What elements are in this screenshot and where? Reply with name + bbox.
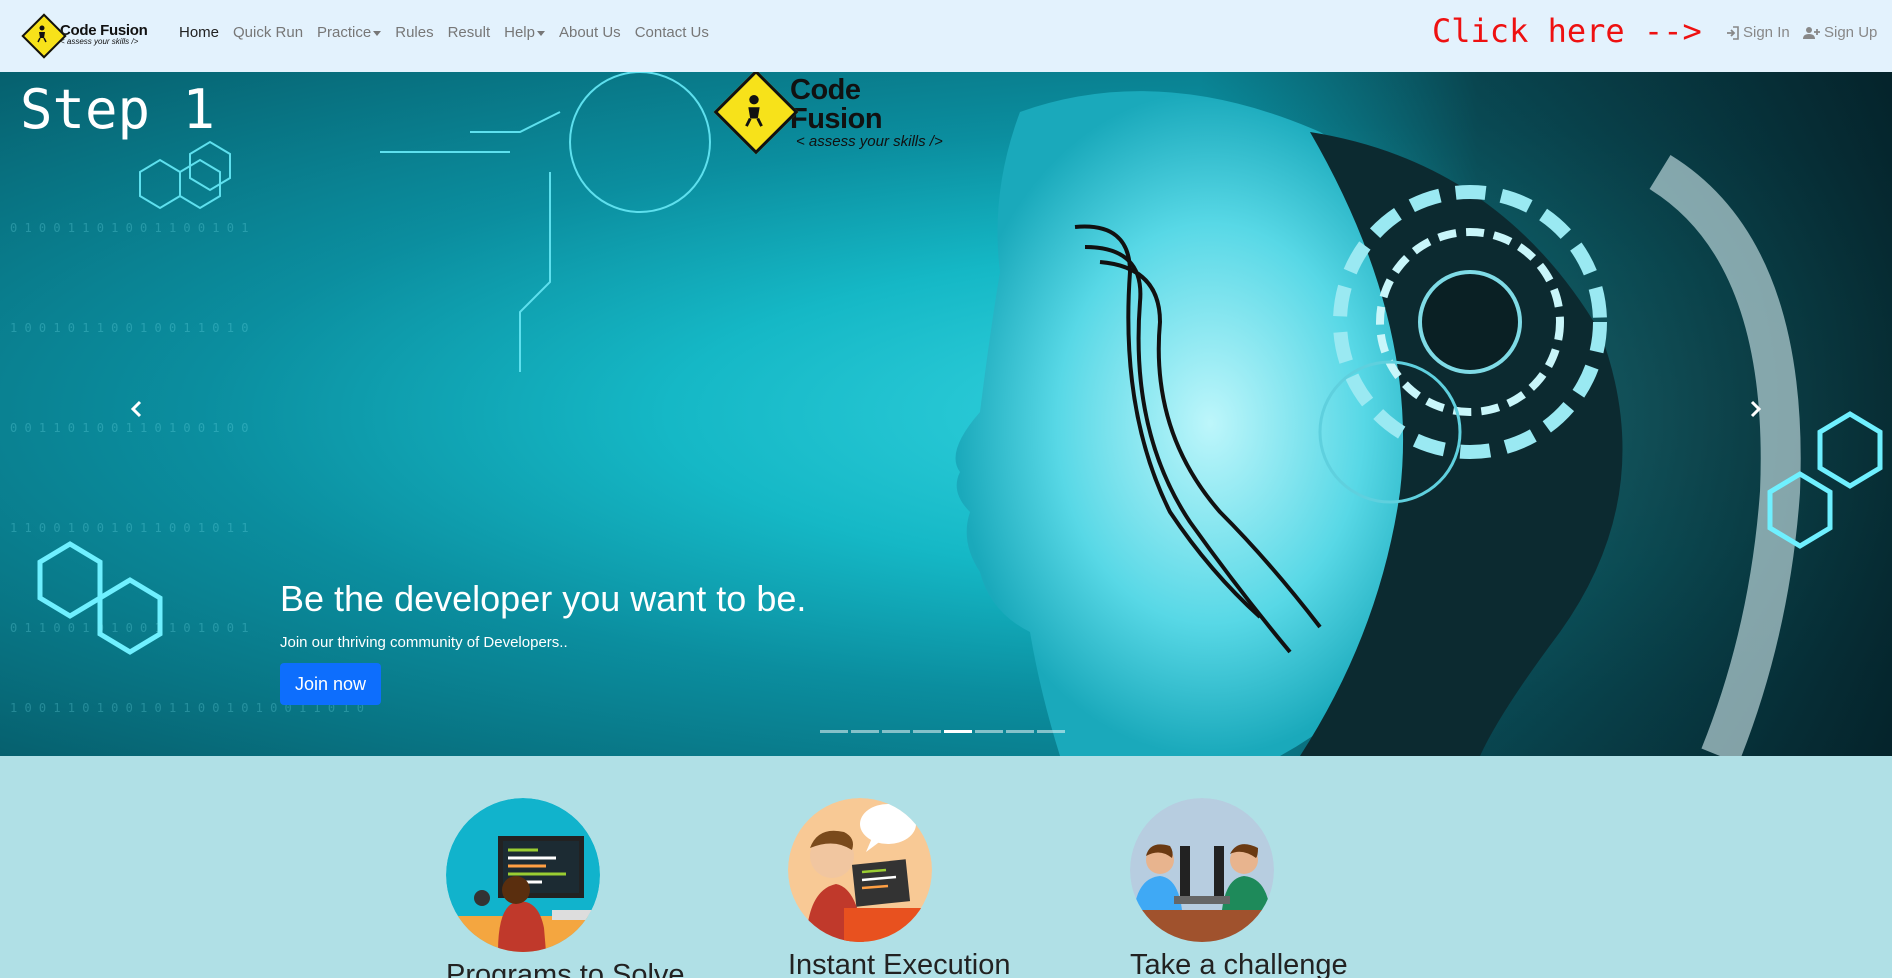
- nav-practice-label: Practice: [317, 24, 372, 41]
- svg-text:1 0 0 1 0 1 1 0 0 1 0 0 1 1 0: 1 0 0 1 0 1 1 0 0 1 0 0 1 1 0 1 0: [10, 321, 248, 335]
- nav-quick-run[interactable]: Quick Run: [226, 22, 310, 43]
- sign-in-link[interactable]: Sign In: [1726, 24, 1790, 41]
- hero-logo-tagline: < assess your skills />: [796, 132, 943, 150]
- feature-title: Programs to Solve: [446, 959, 685, 978]
- carousel-indicators: [820, 730, 1068, 733]
- caret-down-icon: [373, 30, 382, 36]
- developer-laptop-image: [788, 798, 932, 942]
- feature-title: Take a challenge: [1130, 949, 1348, 978]
- step-label: Step 1: [20, 78, 216, 141]
- carousel-indicator[interactable]: [944, 730, 972, 733]
- carousel-prev-button[interactable]: [122, 394, 152, 424]
- nav-about-us[interactable]: About Us: [552, 22, 628, 43]
- brand-logo[interactable]: Code Fusion < assess your skills />: [22, 12, 158, 56]
- nav-home[interactable]: Home: [172, 22, 226, 43]
- nav-links: Home Quick Run Practice Rules Result Hel…: [172, 22, 716, 43]
- nav-help-dropdown[interactable]: Help: [497, 22, 552, 43]
- feature-instant-execution: Instant Execution: [788, 798, 1010, 978]
- carousel-caption: Be the developer you want to be. Join ou…: [280, 578, 806, 651]
- navbar: Code Fusion < assess your skills /> Home…: [0, 0, 1892, 72]
- sign-in-label: Sign In: [1743, 24, 1790, 41]
- svg-text:0 1 0 0 1 1 0 1 0 0 1 1 0 0 1: 0 1 0 0 1 1 0 1 0 0 1 1 0 0 1 0 1: [10, 221, 248, 235]
- hero-headline: Be the developer you want to be.: [280, 578, 807, 619]
- sign-in-icon: [1727, 25, 1739, 40]
- nav-help-label: Help: [504, 24, 535, 41]
- caret-down-icon: [536, 30, 545, 36]
- features-section: Programs to Solve Instant Execution Take…: [0, 756, 1892, 978]
- feature-programs-to-solve: Programs to Solve: [446, 798, 685, 978]
- carousel-indicator[interactable]: [882, 730, 910, 733]
- hero-carousel: 0 1 0 0 1 1 0 1 0 0 1 1 0 0 1 0 1 1 0 0 …: [0, 72, 1892, 756]
- svg-text:0 1 1 0 0 1 0 1 0 0 1 1 0 1 0: 0 1 1 0 0 1 0 1 0 0 1 1 0 1 0 0 1: [10, 621, 248, 635]
- brand-tagline: < assess your skills />: [60, 36, 139, 46]
- carousel-next-button[interactable]: [1740, 394, 1770, 424]
- chevron-left-icon: [130, 400, 142, 418]
- sign-up-link[interactable]: Sign Up: [1803, 24, 1877, 41]
- nav-practice-dropdown[interactable]: Practice: [310, 22, 388, 43]
- nav-rules[interactable]: Rules: [388, 22, 440, 43]
- chevron-right-icon: [1750, 400, 1762, 418]
- nav-contact-us[interactable]: Contact Us: [628, 22, 716, 43]
- brand-name: Code Fusion: [60, 21, 148, 39]
- click-here-hint: Click here -->: [1432, 12, 1702, 50]
- programmer-desk-image: [446, 798, 600, 952]
- feature-take-a-challenge: Take a challenge: [1130, 798, 1348, 978]
- hero-logo: Code Fusion < assess your skills />: [712, 72, 952, 152]
- hero-subtext: Join our thriving community of Developer…: [280, 634, 568, 651]
- carousel-indicator[interactable]: [975, 730, 1003, 733]
- nav-result[interactable]: Result: [441, 22, 498, 43]
- robot-background-image: 0 1 0 0 1 1 0 1 0 0 1 1 0 0 1 0 1 1 0 0 …: [10, 72, 1892, 756]
- sign-up-label: Sign Up: [1824, 24, 1878, 41]
- carousel-indicator[interactable]: [1006, 730, 1034, 733]
- carousel-indicator[interactable]: [851, 730, 879, 733]
- join-now-button[interactable]: Join now: [280, 663, 381, 705]
- logo-icon: [712, 72, 792, 152]
- developers-challenge-image: [1130, 798, 1274, 942]
- carousel-indicator[interactable]: [913, 730, 941, 733]
- user-plus-icon: [1803, 26, 1820, 39]
- hero-logo-name: Code Fusion: [790, 73, 883, 135]
- svg-text:1 1 0 0 1 0 0 1 0 1 1 0 0 1 0: 1 1 0 0 1 0 0 1 0 1 1 0 0 1 0 1 1: [10, 521, 248, 535]
- logo-icon: [22, 14, 62, 54]
- feature-title: Instant Execution: [788, 949, 1011, 978]
- carousel-indicator[interactable]: [820, 730, 848, 733]
- carousel-indicator[interactable]: [1037, 730, 1065, 733]
